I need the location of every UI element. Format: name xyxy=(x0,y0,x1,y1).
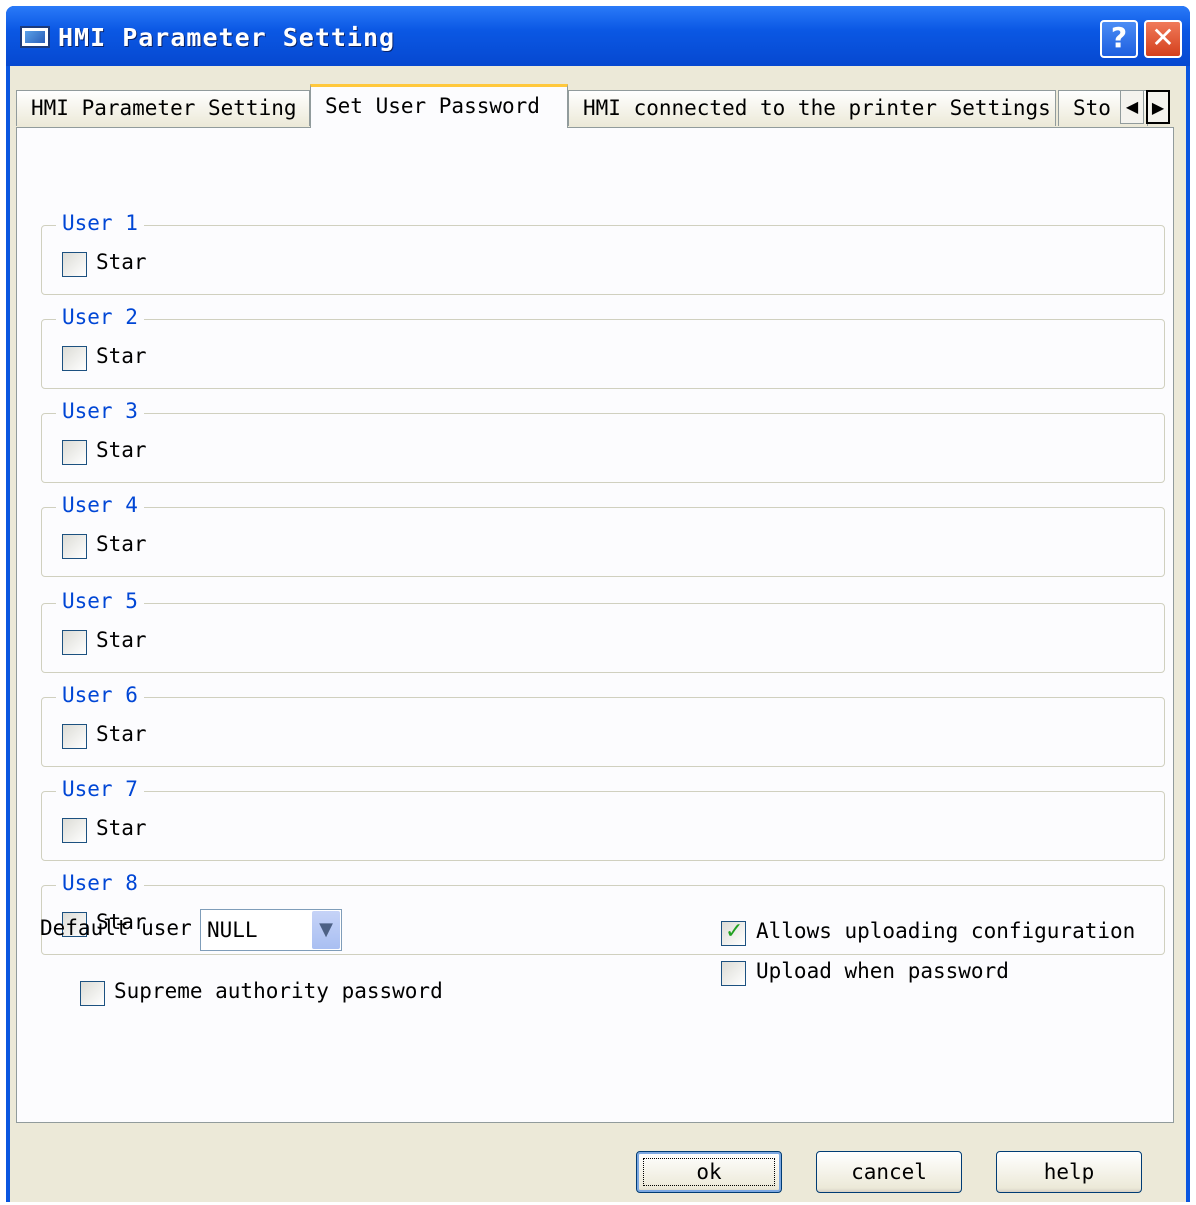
tab-scroll-left-icon[interactable]: ◀ xyxy=(1120,90,1144,124)
title-close-button[interactable]: ✕ xyxy=(1144,20,1182,58)
help-button[interactable]: help xyxy=(996,1151,1142,1193)
checkbox-label: Star xyxy=(96,628,147,652)
checkbox-label: Star xyxy=(96,816,147,840)
title-help-button[interactable]: ? xyxy=(1100,20,1138,58)
supreme-authority-checkbox[interactable] xyxy=(80,981,105,1006)
checkbox-label: Star xyxy=(96,250,147,274)
allow-upload-checkbox[interactable] xyxy=(721,919,746,946)
user-legend: User 6 xyxy=(56,683,144,707)
user-legend: User 1 xyxy=(56,211,144,235)
checkbox-label: Star xyxy=(96,722,147,746)
tab-scroll-right-icon[interactable]: ▶ xyxy=(1146,90,1170,124)
default-user-value: NULL xyxy=(207,918,258,942)
user-group-1: User 1 Star xyxy=(41,211,1165,295)
user-6-star-checkbox[interactable] xyxy=(62,724,87,749)
chevron-down-icon[interactable]: ▼ xyxy=(312,911,340,949)
ok-button[interactable]: ok xyxy=(636,1151,782,1193)
title-bar[interactable]: HMI Parameter Setting ? ✕ xyxy=(6,6,1190,66)
tab-hmi-printer-settings[interactable]: HMI connected to the printer Settings xyxy=(568,90,1056,126)
user-1-star-checkbox[interactable] xyxy=(62,252,87,277)
window-title: HMI Parameter Setting xyxy=(58,23,396,52)
user-group-4: User 4 Star xyxy=(41,493,1165,577)
user-4-star-checkbox[interactable] xyxy=(62,534,87,559)
checkbox-label: Star xyxy=(96,438,147,462)
allow-upload-label: Allows uploading configuration xyxy=(756,919,1136,943)
upload-password-label: Upload when password xyxy=(756,959,1009,983)
default-user-select[interactable]: NULL ▼ xyxy=(200,909,342,951)
user-legend: User 5 xyxy=(56,589,144,613)
tab-set-user-password[interactable]: Set User Password xyxy=(310,84,568,128)
user-legend: User 3 xyxy=(56,399,144,423)
user-3-star-checkbox[interactable] xyxy=(62,440,87,465)
cancel-button[interactable]: cancel xyxy=(816,1151,962,1193)
upload-password-checkbox[interactable] xyxy=(721,961,746,986)
dialog-client-area: HMI Parameter Setting Set User Password … xyxy=(10,66,1186,1202)
checkbox-label: Star xyxy=(96,344,147,368)
user-group-7: User 7 Star xyxy=(41,777,1165,861)
user-5-star-checkbox[interactable] xyxy=(62,630,87,655)
user-legend: User 7 xyxy=(56,777,144,801)
user-7-star-checkbox[interactable] xyxy=(62,818,87,843)
supreme-authority-label: Supreme authority password xyxy=(114,979,443,1003)
default-user-label: Default user I xyxy=(40,916,194,940)
user-2-star-checkbox[interactable] xyxy=(62,346,87,371)
user-group-2: User 2 Star xyxy=(41,305,1165,389)
user-group-6: User 6 Star xyxy=(41,683,1165,767)
user-legend: User 2 xyxy=(56,305,144,329)
app-window-icon xyxy=(20,26,50,48)
dialog-window: HMI Parameter Setting ? ✕ HMI Parameter … xyxy=(6,6,1190,1202)
user-legend: User 8 xyxy=(56,871,144,895)
user-group-3: User 3 Star xyxy=(41,399,1165,483)
user-legend: User 4 xyxy=(56,493,144,517)
user-group-5: User 5 Star xyxy=(41,589,1165,673)
tab-hmi-parameter-setting[interactable]: HMI Parameter Setting xyxy=(16,90,310,126)
checkbox-label: Star xyxy=(96,532,147,556)
